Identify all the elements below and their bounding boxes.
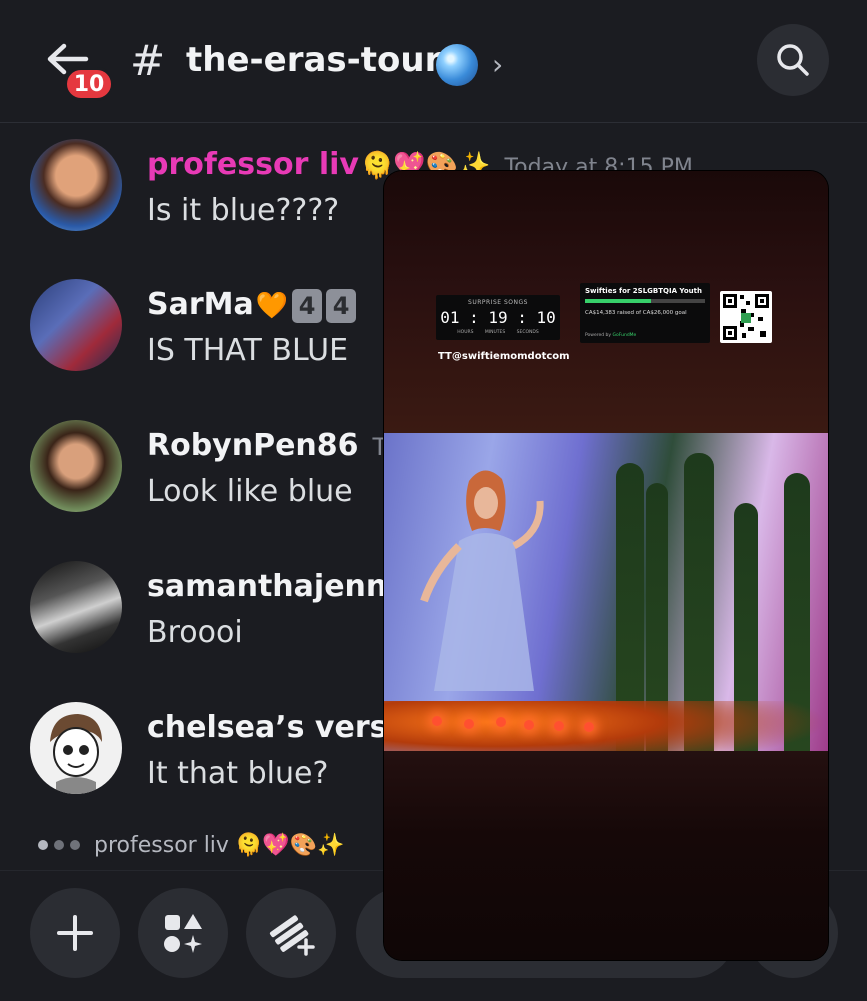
typing-indicator: professor liv 🫠💖🎨✨ [38,828,345,862]
stage-light [464,719,474,729]
performer-figure [420,470,544,691]
channel-title[interactable]: the-eras-tour [186,40,441,80]
channel-header: 10 # the-eras-tour › [0,0,867,122]
countdown-value: 01 : 19 : 10 [440,308,556,327]
orange-heart-icon: 🧡 [255,290,289,321]
typing-dot [70,840,80,850]
crowd-area [384,751,828,960]
apps-button[interactable] [138,888,228,978]
video-overlay[interactable]: SURPRISE SONGS 01 : 19 : 10 HOURS MINUTE… [384,171,828,960]
avatar[interactable] [30,420,122,512]
fundraiser-raised: CA$14,383 raised of CA$26,000 goal [585,310,687,316]
hash-icon: # [130,36,166,85]
fundraiser-progress-bar [585,299,651,303]
header-divider [0,122,867,123]
fundraiser-box: Swifties for 2SLGBTQIA Youth CA$14,383 r… [580,283,710,343]
qr-code-icon [723,294,769,340]
stage-light [584,722,594,732]
add-attachment-button[interactable] [30,888,120,978]
message-author[interactable]: chelsea’s versio [147,710,418,745]
fundraiser-progress-track [585,299,705,303]
chevron-right-icon[interactable]: › [492,48,503,81]
message-text: Is it blue???? [147,193,340,228]
message-author[interactable]: samanthajennif [147,569,411,604]
qr-code [720,291,772,343]
avatar[interactable] [30,561,122,653]
fundraiser-powered-by: Powered by GoFundMe [585,333,637,338]
creator-handle: TT@swiftiemomdotcom [438,351,570,362]
stage-light [496,717,506,727]
stage-light [432,716,442,726]
typing-emojis: 🫠💖🎨✨ [234,832,345,858]
message-text: Look like blue [147,474,353,509]
message-author[interactable]: SarMa🧡 4 4 [147,287,357,323]
typing-user: professor liv [94,832,229,858]
unread-badge: 10 [64,67,114,101]
message-text: It that blue? [147,756,329,791]
avatar[interactable] [30,279,122,371]
stage-light [554,721,564,731]
fundraiser-title: Swifties for 2SLGBTQIA Youth [585,287,702,295]
message-text: IS THAT BLUE [147,333,349,368]
countdown-box: SURPRISE SONGS 01 : 19 : 10 HOURS MINUTE… [436,295,560,340]
keycap-four-icon: 4 [326,288,357,323]
keycap-four-icon: 4 [292,288,323,323]
stage-light [524,720,534,730]
countdown-units: HOURS MINUTES SECONDS [457,330,539,335]
search-button[interactable] [757,24,829,96]
gift-add-icon [269,915,315,956]
message-text: Broooi [147,615,243,650]
gift-button[interactable] [246,888,336,978]
message-author[interactable]: RobynPen86To [147,428,398,463]
countdown-caption: SURPRISE SONGS [468,299,528,306]
avatar[interactable] [30,702,122,794]
typing-dot [38,840,48,850]
disco-ball-icon [436,44,478,86]
cartoon-avatar-icon [50,714,102,794]
avatar[interactable] [30,139,122,231]
typing-dot [54,840,64,850]
plus-icon [57,915,93,951]
apps-icon [164,914,202,953]
search-icon [777,44,809,76]
